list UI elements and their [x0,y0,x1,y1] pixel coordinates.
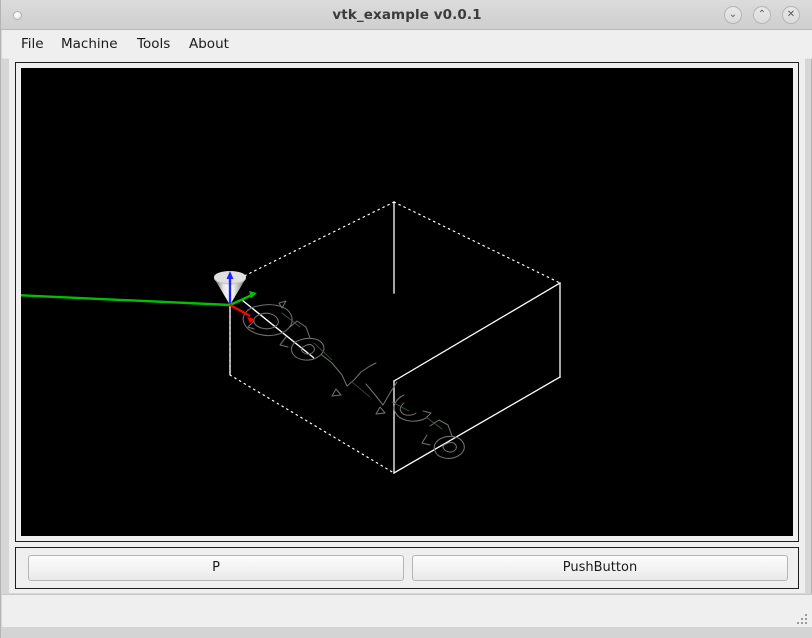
menu-bar: File Machine Tools About [2,30,812,59]
menu-item-file[interactable]: File [14,30,51,58]
machine-bounding-box [229,201,561,474]
chevron-down-icon[interactable]: ⌄ [724,6,742,24]
push-button[interactable]: PushButton [412,555,788,581]
status-bar [2,594,812,628]
menu-item-machine[interactable]: Machine [54,30,125,58]
menu-item-tools[interactable]: Tools [130,30,177,58]
menu-item-about[interactable]: About [182,30,236,58]
vtk-render-view[interactable] [21,68,793,536]
chevron-up-icon[interactable]: ⌃ [753,6,771,24]
application-window: vtk_example v0.0.1 ⌄ ⌃ ✕ File Machine To… [0,0,812,638]
window-title: vtk_example v0.0.1 [332,7,482,23]
p-button[interactable]: P [28,555,404,581]
central-panel: P PushButton [9,58,805,593]
title-bar: vtk_example v0.0.1 ⌄ ⌃ ✕ [1,0,812,30]
close-icon[interactable]: ✕ [782,6,800,24]
resize-grip-icon[interactable] [796,613,809,626]
window-frame-bottom [1,627,812,638]
viewport-frame [15,62,799,542]
axis-indicator [21,271,257,323]
toolpath-geometry [242,300,465,459]
button-panel: P PushButton [15,547,799,589]
